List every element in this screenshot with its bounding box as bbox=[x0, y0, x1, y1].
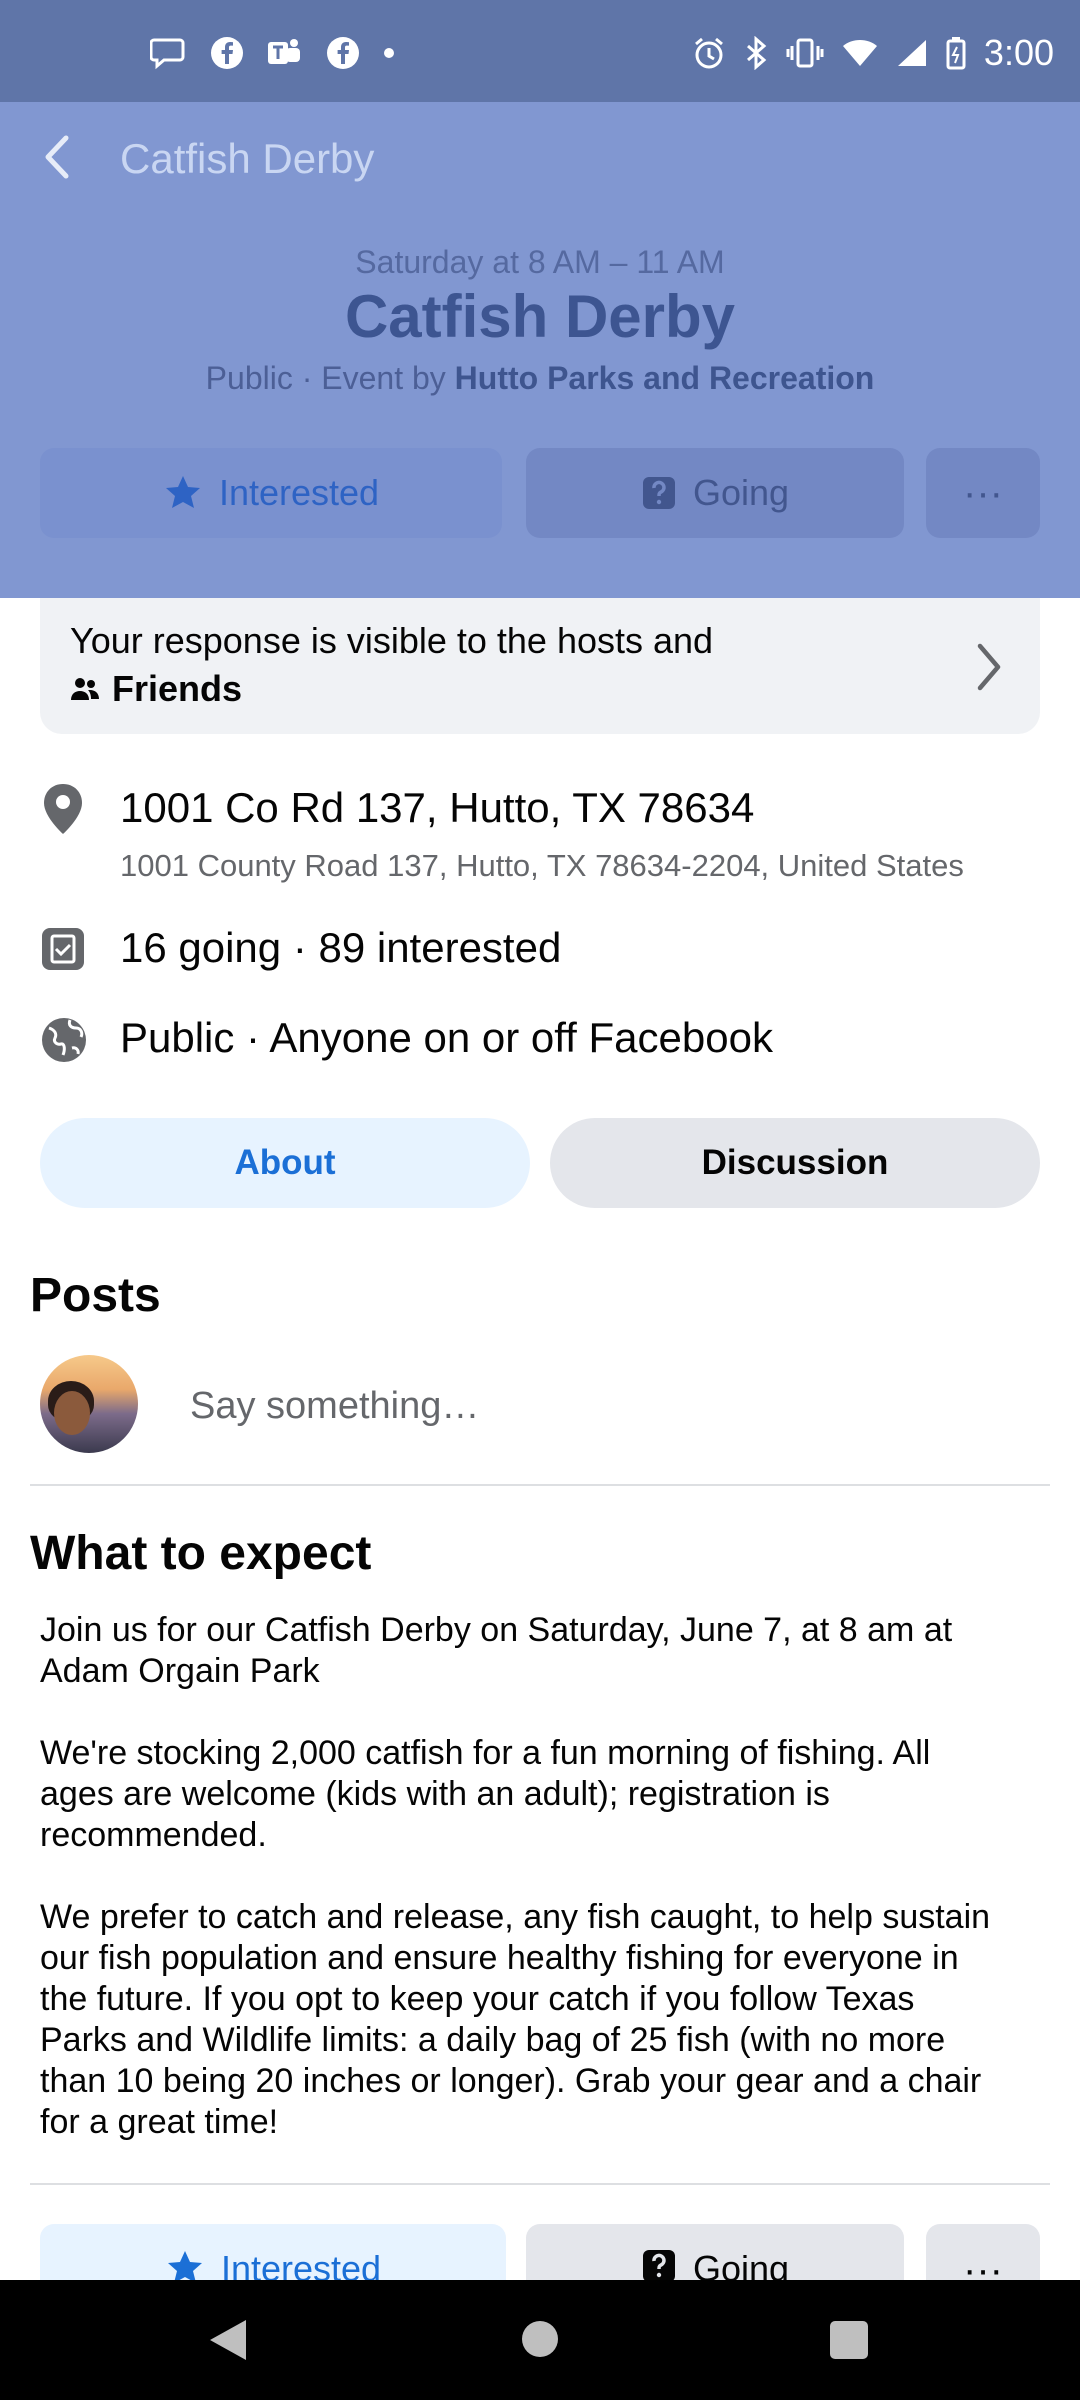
tab-discussion[interactable]: Discussion bbox=[550, 1118, 1040, 1208]
system-icons: 3:00 bbox=[692, 32, 1054, 74]
nav-recents-icon[interactable] bbox=[830, 2321, 868, 2359]
description-line: the future. If you opt to keep your catc… bbox=[40, 1980, 915, 2018]
address-main[interactable]: 1001 Co Rd 137, Hutto, TX 78634 bbox=[120, 784, 754, 832]
facebook-icon bbox=[211, 37, 243, 69]
description-line: for a great time! bbox=[40, 2103, 279, 2141]
going-button[interactable]: Going bbox=[526, 448, 904, 538]
globe-icon bbox=[42, 1018, 86, 1062]
vibrate-icon bbox=[786, 38, 824, 68]
event-title: Catfish Derby bbox=[344, 283, 736, 350]
event-visibility: Public · Anyone on or off Facebook bbox=[120, 1014, 773, 1061]
going-question-icon bbox=[642, 2250, 675, 2282]
composer-input[interactable]: Say something… bbox=[190, 1385, 479, 1428]
interested-label: Interested bbox=[218, 472, 380, 513]
calendar-check-icon bbox=[42, 928, 84, 970]
location-pin-icon bbox=[44, 784, 82, 834]
status-time: 3:00 bbox=[983, 32, 1054, 73]
response-audience-label: Friends bbox=[112, 668, 243, 709]
event-privacy: Public · Event by bbox=[205, 360, 455, 396]
nav-title: Catfish Derby bbox=[120, 135, 375, 182]
tab-about[interactable]: About bbox=[40, 1118, 530, 1208]
wifi-icon bbox=[842, 40, 877, 66]
bluetooth-icon bbox=[746, 36, 767, 70]
dot-icon bbox=[384, 48, 394, 58]
going-question-icon bbox=[642, 477, 675, 509]
divider bbox=[30, 2183, 1050, 2185]
interested-button[interactable]: Interested bbox=[40, 448, 502, 538]
more-options-button[interactable]: ··· bbox=[926, 448, 1040, 538]
description-line: ages are welcome (kids with an adult); r… bbox=[40, 1775, 830, 1813]
tab-discussion-label: Discussion bbox=[701, 1143, 889, 1182]
notification-icons bbox=[150, 36, 396, 70]
address-full: 1001 County Road 137, Hutto, TX 78634-22… bbox=[120, 848, 964, 883]
event-date: Saturday at 8 AM – 11 AM bbox=[355, 244, 725, 280]
alarm-icon bbox=[694, 37, 723, 69]
star-icon bbox=[165, 476, 200, 508]
going-label: Going bbox=[692, 472, 790, 513]
what-to-expect-title: What to expect bbox=[30, 1527, 372, 1580]
description-line: Adam Orgain Park bbox=[40, 1652, 320, 1690]
response-visibility-card[interactable]: Your response is visible to the hosts an… bbox=[40, 598, 1040, 734]
event-host-link[interactable]: Hutto Parks and Recreation bbox=[455, 360, 875, 396]
status-bar: 3:00 bbox=[0, 0, 1080, 102]
back-arrow-icon[interactable] bbox=[36, 132, 86, 182]
divider bbox=[30, 1484, 1050, 1486]
chevron-right-icon bbox=[977, 643, 1001, 691]
description-line: than 10 being 20 inches or longer). Grab… bbox=[40, 2062, 982, 2100]
attendance-count[interactable]: 16 going · 89 interested bbox=[120, 924, 561, 972]
facebook-icon bbox=[327, 37, 359, 69]
signal-icon bbox=[897, 40, 926, 66]
teams-icon bbox=[268, 39, 300, 64]
event-privacy-host: Public · Event by Hutto Parks and Recrea… bbox=[0, 360, 1080, 397]
response-visibility-text: Your response is visible to the hosts an… bbox=[70, 620, 714, 661]
description-line: Parks and Wildlife limits: a daily bag o… bbox=[40, 2021, 946, 2059]
friends-icon bbox=[71, 678, 99, 700]
tab-about-label: About bbox=[234, 1143, 336, 1182]
description-line: our fish population and ensure healthy f… bbox=[40, 1939, 959, 1977]
description-line: We prefer to catch and release, any fish… bbox=[40, 1898, 991, 1936]
event-description: Join us for our Catfish Derby on Saturda… bbox=[40, 1610, 1040, 2143]
posts-title: Posts bbox=[30, 1269, 161, 1322]
battery-icon bbox=[946, 37, 966, 70]
avatar bbox=[40, 1355, 138, 1453]
nav-back-icon[interactable] bbox=[208, 2318, 248, 2362]
description-line: Join us for our Catfish Derby on Saturda… bbox=[40, 1611, 953, 1649]
nav-home-icon[interactable] bbox=[522, 2321, 558, 2357]
chat-bubble-icon bbox=[150, 38, 185, 70]
description-line: recommended. bbox=[40, 1816, 267, 1854]
more-dots-icon: ··· bbox=[963, 470, 1003, 515]
response-audience: Friends bbox=[70, 668, 242, 710]
description-line: We're stocking 2,000 catfish for a fun m… bbox=[40, 1734, 931, 1772]
